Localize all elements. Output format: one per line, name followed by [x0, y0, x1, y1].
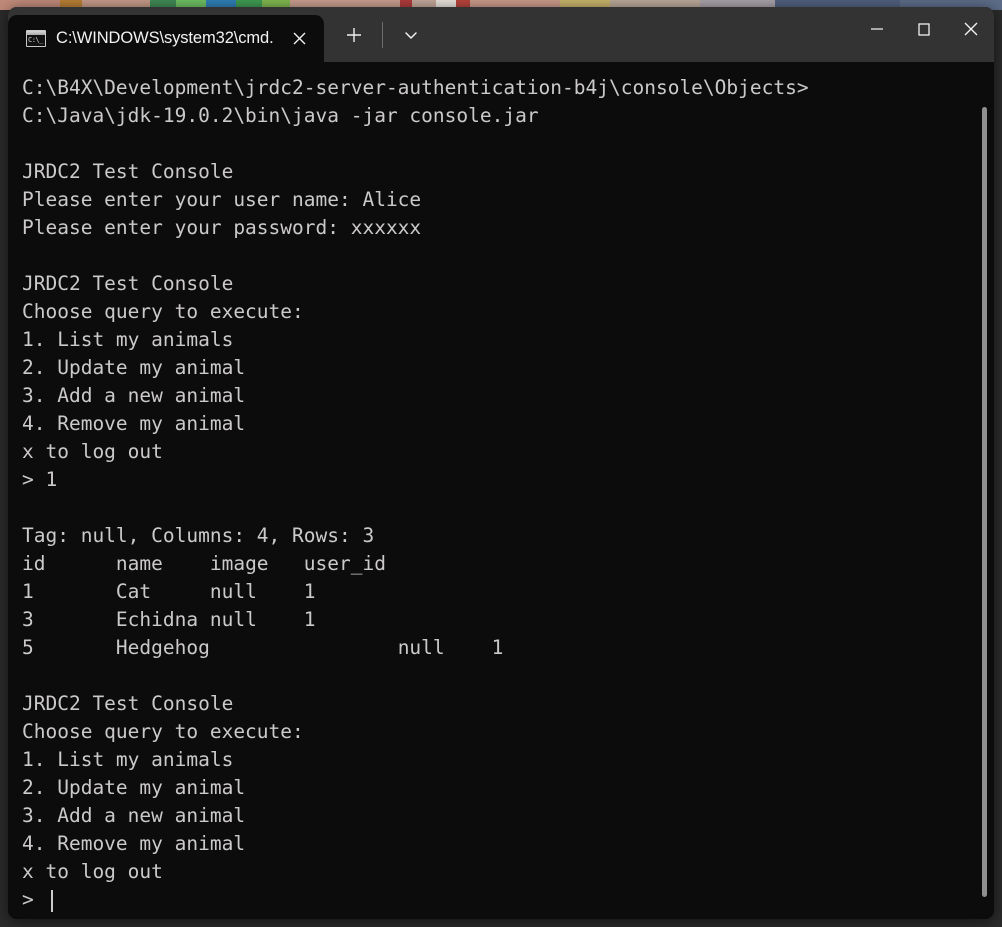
tab-bar-actions [324, 7, 431, 62]
cmd-console-icon-glyph: C:\_ [28, 36, 43, 44]
cmd-console-icon: C:\_ [26, 30, 46, 47]
toolbar-divider [381, 21, 383, 48]
text-cursor [51, 890, 54, 912]
tab-dropdown-button[interactable] [391, 15, 431, 55]
window-controls [853, 7, 994, 62]
close-tab-icon[interactable] [284, 23, 316, 55]
tab-title: C:\WINDOWS\system32\cmd. [56, 29, 274, 47]
maximize-button[interactable] [900, 7, 947, 51]
scrollbar-thumb[interactable] [982, 107, 987, 897]
tab-strip: C:\_ C:\WINDOWS\system32\cmd. [8, 7, 324, 62]
terminal-scrollbar[interactable] [977, 62, 993, 919]
new-tab-button[interactable] [334, 15, 374, 55]
tab-cmd[interactable]: C:\_ C:\WINDOWS\system32\cmd. [8, 15, 324, 62]
terminal-body[interactable]: C:\B4X\Development\jrdc2-server-authenti… [8, 62, 994, 919]
terminal-window: C:\_ C:\WINDOWS\system32\cmd. C:\B4X\Dev… [8, 7, 994, 919]
title-bar: C:\_ C:\WINDOWS\system32\cmd. [8, 7, 994, 62]
close-button[interactable] [947, 7, 994, 51]
minimize-button[interactable] [853, 7, 900, 51]
terminal-output: C:\B4X\Development\jrdc2-server-authenti… [22, 76, 809, 911]
